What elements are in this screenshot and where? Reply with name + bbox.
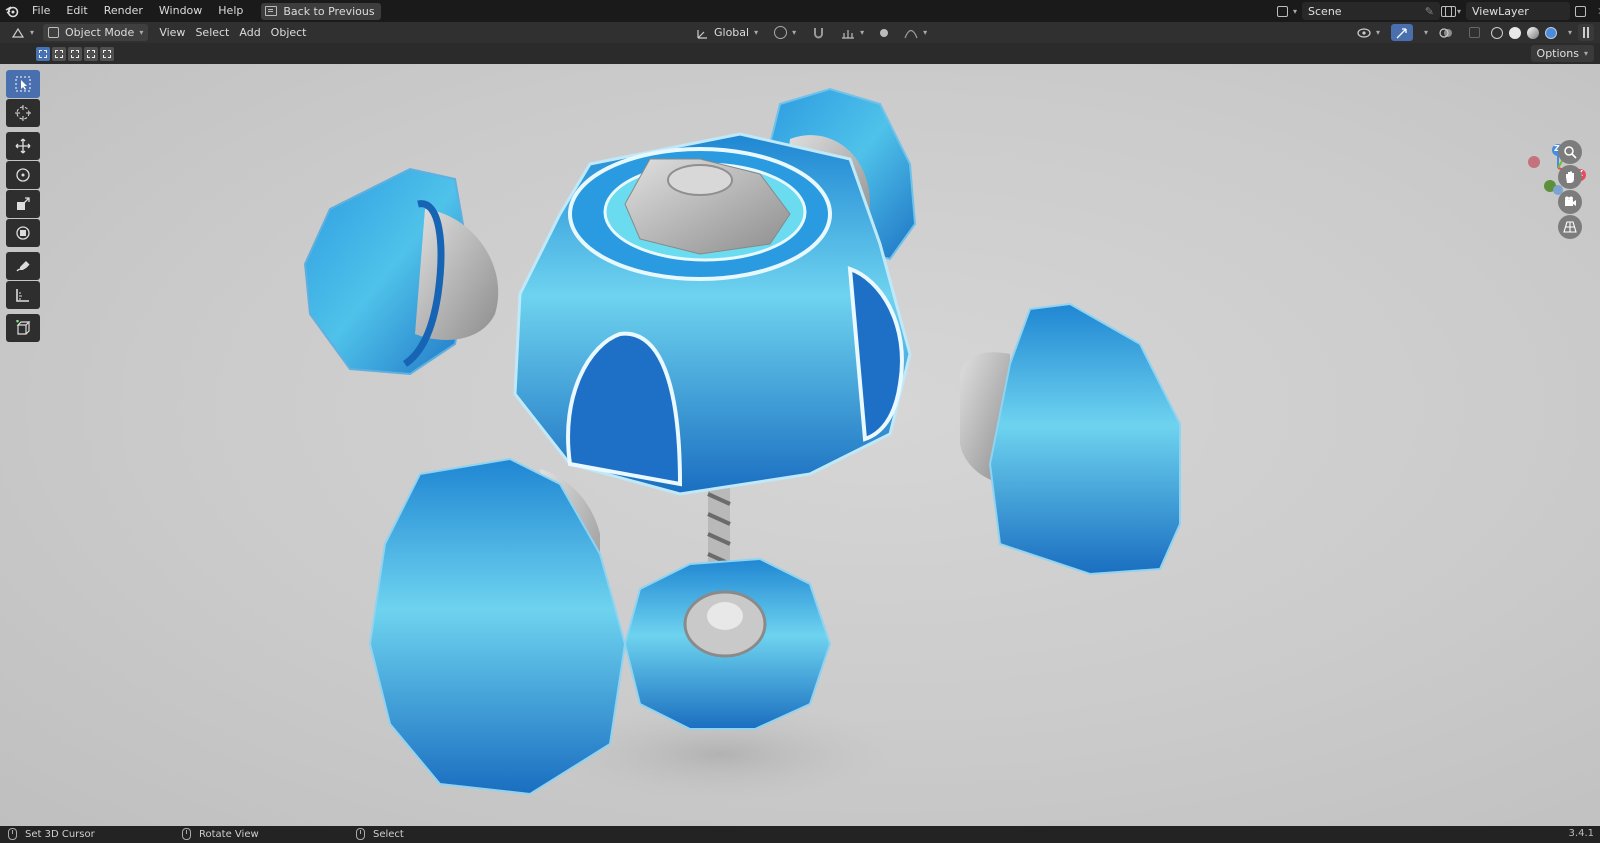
menu-file[interactable]: File xyxy=(24,0,58,22)
gizmo-dropdown-icon[interactable]: ▾ xyxy=(1424,28,1428,37)
tool-settings-bar: Options ▾ xyxy=(0,43,1600,64)
gizmo-toggle-icon[interactable] xyxy=(1390,24,1413,41)
select-extend-icon[interactable] xyxy=(52,46,66,61)
add-cube-tool-icon[interactable] xyxy=(6,314,40,342)
status-select-label: Select xyxy=(373,828,404,840)
viewlayer-name: ViewLayer xyxy=(1472,4,1529,18)
move-tool-icon[interactable] xyxy=(6,132,40,160)
proportional-edit-icon[interactable] xyxy=(875,24,893,41)
overlays-icon[interactable] xyxy=(1434,24,1458,41)
pod-left-front xyxy=(368,457,627,796)
menu-edit[interactable]: Edit xyxy=(58,0,95,22)
material-shading-icon[interactable] xyxy=(1526,26,1539,39)
back-to-previous-button[interactable]: Back to Previous xyxy=(261,2,381,20)
annotate-tool-icon[interactable] xyxy=(6,252,40,280)
scene-name: Scene xyxy=(1308,4,1342,18)
pan-hand-icon[interactable] xyxy=(1558,165,1582,189)
lamp-base xyxy=(623,557,832,730)
object-mode-dropdown[interactable]: Object Mode ▾ xyxy=(43,24,149,41)
object-mode-label: Object Mode xyxy=(65,26,135,39)
status-set-cursor: Set 3D Cursor xyxy=(8,828,95,840)
scene-browse-icon[interactable]: ▾ xyxy=(1272,3,1302,20)
status-set-cursor-label: Set 3D Cursor xyxy=(25,828,95,840)
rendered-shading-icon[interactable] xyxy=(1544,26,1557,39)
solid-shading-icon[interactable] xyxy=(1508,26,1521,39)
status-rotate-view: Rotate View xyxy=(182,828,259,840)
menu-help[interactable]: Help xyxy=(210,0,251,22)
select-invert-icon[interactable] xyxy=(84,46,98,61)
rotate-tool-icon[interactable] xyxy=(6,161,40,189)
select-intersect-icon[interactable] xyxy=(100,46,114,61)
mouse-left-icon xyxy=(8,828,17,840)
measure-tool-icon[interactable] xyxy=(6,281,40,309)
pod-left-rear xyxy=(303,167,499,376)
menu-window[interactable]: Window xyxy=(151,0,210,22)
options-dropdown[interactable]: Options ▾ xyxy=(1530,45,1594,62)
wireframe-shading-icon[interactable] xyxy=(1490,26,1503,39)
scene-render xyxy=(303,87,1181,804)
select-subtract-icon[interactable] xyxy=(68,46,82,61)
viewport-display-controls: ▾ ▾ ▾ xyxy=(1352,24,1594,41)
orientation-label: Global xyxy=(714,26,750,39)
viewlayer-browse-icon[interactable]: ▾ xyxy=(1436,3,1466,20)
shading-dropdown-icon[interactable]: ▾ xyxy=(1568,28,1572,37)
sidebar-toggle-icon[interactable] xyxy=(1578,24,1594,41)
visibility-eye-icon[interactable]: ▾ xyxy=(1352,24,1385,41)
viewlayer-selector: ▾ ViewLayer ✕ xyxy=(1436,2,1600,20)
menu-render[interactable]: Render xyxy=(96,0,151,22)
pin-icon[interactable]: ✎ xyxy=(1425,5,1434,18)
pivot-point-icon[interactable]: ▾ xyxy=(769,24,801,41)
lamp-shade xyxy=(513,132,912,496)
mouse-middle-icon xyxy=(182,828,191,840)
new-viewlayer-icon[interactable] xyxy=(1570,3,1591,20)
tool-shelf xyxy=(6,70,40,343)
menu-add[interactable]: Add xyxy=(234,24,265,41)
editor-type-icon[interactable]: ▾ xyxy=(6,24,39,41)
status-select: Select xyxy=(356,828,404,840)
scene-name-field[interactable]: Scene ✎ xyxy=(1302,2,1441,20)
snap-icon[interactable] xyxy=(807,24,830,41)
object-mode-icon xyxy=(48,27,60,38)
menu-select[interactable]: Select xyxy=(190,24,234,41)
pod-right-front xyxy=(960,302,1181,576)
3d-viewport[interactable]: Z Y X xyxy=(0,64,1600,826)
status-rotate-view-label: Rotate View xyxy=(199,828,259,840)
xray-icon[interactable] xyxy=(1464,24,1485,41)
transform-tool-icon[interactable] xyxy=(6,219,40,247)
cursor-tool-icon[interactable] xyxy=(6,99,40,127)
select-box-tool-icon[interactable] xyxy=(6,70,40,98)
selection-mode-group xyxy=(36,46,114,61)
back-to-previous-label: Back to Previous xyxy=(283,4,375,18)
options-label: Options xyxy=(1536,47,1579,60)
version-label: 3.4.1 xyxy=(1568,828,1594,839)
orientation-icon xyxy=(697,29,707,39)
falloff-icon[interactable]: ▾ xyxy=(899,24,932,41)
status-bar: Set 3D Cursor Rotate View Select 3.4.1 xyxy=(0,826,1600,843)
menu-view[interactable]: View xyxy=(154,24,190,41)
select-new-icon[interactable] xyxy=(36,46,50,61)
snap-target-icon[interactable]: ▾ xyxy=(836,24,869,41)
top-menu-bar: File Edit Render Window Help Back to Pre… xyxy=(0,0,1600,22)
scale-tool-icon[interactable] xyxy=(6,190,40,218)
screen-icon xyxy=(265,6,278,16)
menu-object[interactable]: Object xyxy=(266,24,312,41)
transform-orientation-dropdown[interactable]: Global ▾ xyxy=(692,24,763,41)
viewport-header: ▾ Object Mode ▾ View Select Add Object G… xyxy=(0,22,1600,43)
viewlayer-name-field[interactable]: ViewLayer xyxy=(1466,2,1571,20)
mouse-right-icon xyxy=(356,828,365,840)
camera-view-icon[interactable] xyxy=(1558,190,1582,214)
zoom-icon[interactable] xyxy=(1558,140,1582,164)
blender-logo-icon[interactable] xyxy=(0,0,24,22)
transform-controls: Global ▾ ▾ ▾ ▾ xyxy=(692,24,932,41)
perspective-toggle-icon[interactable] xyxy=(1558,215,1582,239)
